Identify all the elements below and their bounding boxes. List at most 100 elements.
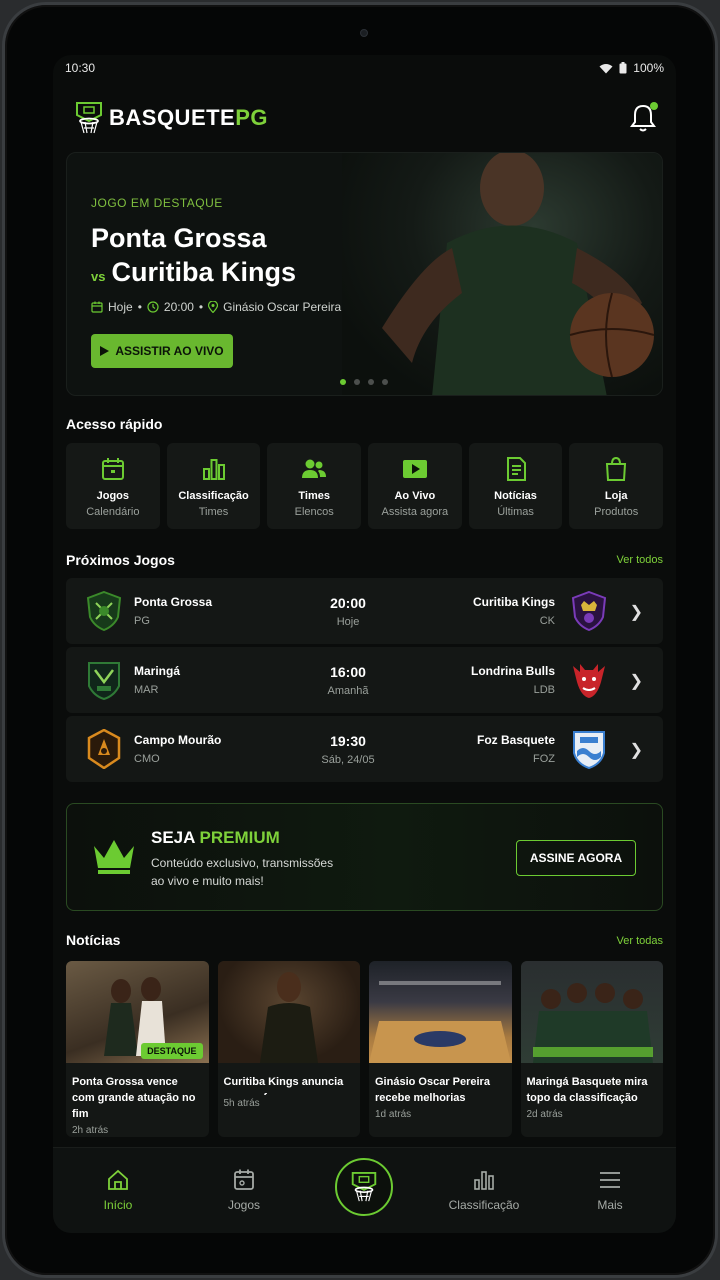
player-silhouette <box>382 153 655 395</box>
news-time: 5h atrás <box>223 1098 260 1109</box>
tab-label: Classificação <box>448 1198 520 1212</box>
news-badge: DESTAQUE <box>141 1043 203 1059</box>
news-headline: Maringá Basquete mira topo da classifica… <box>526 1076 648 1104</box>
news-photo <box>369 981 511 1063</box>
team-crest-icon <box>571 591 607 631</box>
meta-separator: • <box>198 300 204 314</box>
quick-item-sub: Assista agora <box>381 506 449 518</box>
news-list: DESTAQUE Ponta Grossa vence com grande a… <box>66 961 663 1137</box>
hero-away-line: vs Curitiba Kings <box>91 257 296 288</box>
news-time: 1d atrás <box>375 1109 412 1120</box>
home-team: Campo Mourão CMO <box>134 733 221 765</box>
home-team-abbr: MAR <box>134 684 159 696</box>
upcoming-see-all-link[interactable]: Ver todos <box>617 554 663 566</box>
game-row[interactable]: Ponta Grossa PG 20:00 Hoje Curitiba King… <box>66 578 663 644</box>
hero-vs: vs <box>91 269 106 284</box>
location-pin-icon <box>208 301 219 313</box>
quick-item-noticias[interactable]: Notícias Últimas <box>468 443 563 529</box>
game-row[interactable]: Maringá MAR 16:00 Amanhã Londrina Bulls … <box>66 647 663 713</box>
quick-item-ao-vivo[interactable]: Ao Vivo Assista agora <box>368 443 462 529</box>
home-team-abbr: CMO <box>134 753 160 765</box>
quick-item-classificacao[interactable]: Classificação Times <box>166 443 261 529</box>
chevron-right-icon: ❯ <box>629 673 643 690</box>
home-icon <box>108 1169 128 1190</box>
menu-icon <box>600 1172 620 1188</box>
status-time: 10:30 <box>65 61 96 75</box>
watch-live-button[interactable]: ASSISTIR AO VIVO <box>91 334 233 368</box>
quick-access-grid: Jogos Calendário Classificação Times Tim… <box>66 443 664 529</box>
status-icons: 100% <box>599 61 664 75</box>
notifications-button[interactable] <box>630 102 658 133</box>
front-camera <box>360 29 368 37</box>
watch-live-label: ASSISTIR AO VIVO <box>115 344 224 358</box>
tab-mais[interactable]: Mais <box>570 1168 650 1212</box>
tablet-frame: 10:30 100% BASQUETEPG JOGO EM DESTAQUE P… <box>2 2 718 1278</box>
battery-icon <box>619 62 627 74</box>
quick-item-loja[interactable]: Loja Produtos <box>569 443 664 529</box>
carousel-dot[interactable] <box>354 379 360 385</box>
calendar-icon <box>91 301 103 313</box>
tab-classificacao[interactable]: Classificação <box>444 1168 524 1212</box>
app-header: BASQUETEPG <box>53 81 676 153</box>
status-bar: 10:30 100% <box>53 55 676 81</box>
meta-separator: • <box>137 300 142 314</box>
chevron-right-icon: ❯ <box>629 604 643 621</box>
premium-description: Conteúdo exclusivo, transmissões ao vivo… <box>151 856 334 888</box>
shopping-bag-icon <box>606 456 627 481</box>
home-team-abbr: PG <box>134 615 150 627</box>
chevron-right-icon: ❯ <box>629 742 643 759</box>
play-icon <box>402 460 427 478</box>
premium-title: SEJA PREMIUM <box>151 828 280 847</box>
bar-chart-icon <box>202 459 225 480</box>
center-basketball-button[interactable] <box>335 1158 393 1216</box>
news-card[interactable]: Maringá Basquete mira topo da classifica… <box>520 961 663 1137</box>
away-team-abbr: FOZ <box>533 753 555 765</box>
home-team-name: Maringá <box>134 664 181 678</box>
team-crest-icon <box>573 731 605 769</box>
carousel-dot[interactable] <box>340 379 346 385</box>
carousel-dot[interactable] <box>368 379 374 385</box>
news-see-all-link[interactable]: Ver todas <box>617 935 663 947</box>
game-time: 20:00 <box>330 595 366 611</box>
away-team: Curitiba Kings CK <box>473 595 555 627</box>
game-day: Amanhã <box>327 685 369 697</box>
tab-label: Jogos <box>227 1198 261 1212</box>
quick-item-sub: Calendário <box>86 506 140 518</box>
quick-item-label: Loja <box>604 490 628 502</box>
home-team-name: Campo Mourão <box>134 733 222 747</box>
wifi-icon <box>599 63 613 73</box>
quick-item-label: Notícias <box>494 490 537 502</box>
quick-item-sub: Times <box>198 506 229 518</box>
app-logo[interactable]: BASQUETEPG <box>75 101 268 135</box>
news-card[interactable]: Curitiba Kings anuncia novo reforço para… <box>217 961 360 1137</box>
news-card[interactable]: DESTAQUE Ponta Grossa vence com grande a… <box>66 961 209 1137</box>
quick-item-jogos[interactable]: Jogos Calendário <box>66 443 160 529</box>
crown-icon <box>94 840 134 874</box>
tab-jogos[interactable]: Jogos <box>204 1168 284 1212</box>
news-title: Notícias <box>66 932 121 948</box>
quick-item-label: Jogos <box>96 490 130 502</box>
users-icon <box>302 459 327 478</box>
quick-item-label: Times <box>298 490 330 502</box>
app-screen: 10:30 100% BASQUETEPG JOGO EM DESTAQUE P… <box>53 55 676 1233</box>
tab-label: Mais <box>597 1198 623 1212</box>
carousel-dot[interactable] <box>382 379 388 385</box>
home-team: Ponta Grossa PG <box>134 595 212 627</box>
calendar-icon <box>101 458 124 480</box>
game-time: 16:00 <box>330 664 366 680</box>
away-team-abbr: LDB <box>533 684 555 696</box>
featured-game-banner[interactable]: JOGO EM DESTAQUE Ponta Grossa vs Curitib… <box>66 152 663 396</box>
news-card[interactable]: Ginásio Oscar Pereira recebe melhorias 1… <box>369 961 512 1137</box>
tab-inicio[interactable]: Início <box>78 1168 158 1212</box>
game-schedule: 20:00 Hoje <box>306 595 390 628</box>
play-icon <box>100 346 110 356</box>
quick-item-label: Classificação <box>178 490 249 502</box>
subscribe-button[interactable]: ASSINE AGORA <box>516 840 636 876</box>
news-time: 2h atrás <box>72 1125 109 1136</box>
game-row[interactable]: Campo Mourão CMO 19:30 Sáb, 24/05 Foz Ba… <box>66 716 663 782</box>
logo-text: BASQUETEPG <box>109 105 269 130</box>
team-crest-icon <box>87 729 121 769</box>
quick-item-times[interactable]: Times Elencos <box>267 443 362 529</box>
away-team-abbr: CK <box>539 615 555 627</box>
basketball-hoop-icon <box>351 1171 377 1202</box>
